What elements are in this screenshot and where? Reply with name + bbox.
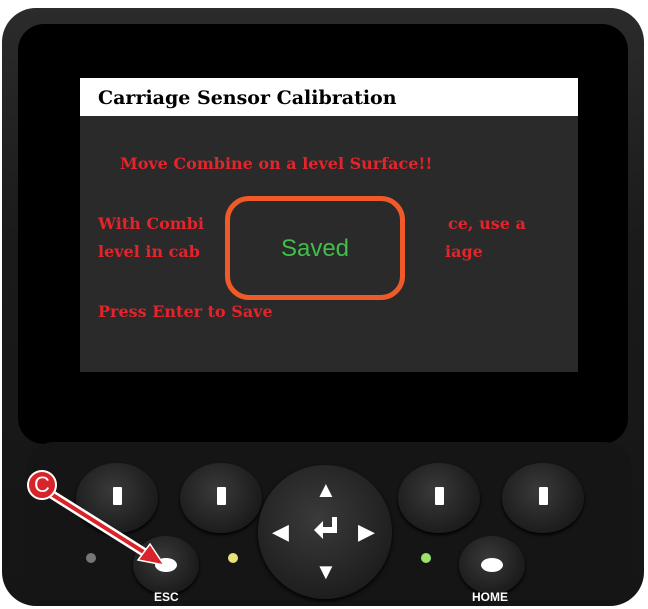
callout-arrow-icon [43, 487, 166, 567]
callout-marker: C [27, 470, 57, 500]
